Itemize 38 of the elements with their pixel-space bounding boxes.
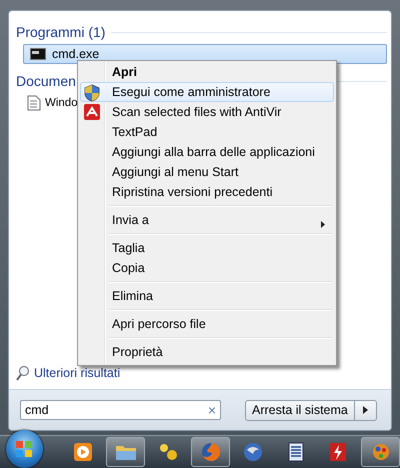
taskbar-button[interactable]	[106, 437, 145, 467]
menu-item[interactable]: Esegui come amministratore	[80, 82, 334, 102]
lightning-icon	[329, 442, 348, 462]
antivirus-icon	[84, 104, 100, 120]
group-heading: Documen	[16, 73, 76, 89]
menu-item[interactable]: TextPad	[80, 122, 334, 142]
group-heading: Programmi (1)	[16, 24, 106, 40]
menu-item[interactable]: Elimina	[80, 286, 334, 306]
menu-item[interactable]: Ripristina versioni precedenti	[80, 182, 334, 202]
document-icon	[27, 95, 41, 111]
palette-icon	[370, 442, 391, 462]
menu-item[interactable]: Scan selected files with AntiVir	[80, 102, 334, 122]
dots-icon	[158, 442, 178, 462]
menu-item[interactable]: Apri	[80, 62, 334, 82]
menu-item[interactable]: Aggiungi alla barra delle applicazioni	[80, 142, 334, 162]
more-results-link[interactable]: Ulteriori risultati	[34, 366, 120, 380]
globe-icon	[200, 442, 221, 462]
four-squares-icon	[15, 440, 34, 458]
caret-icon	[362, 406, 368, 414]
search-field[interactable]: cmd ×	[20, 400, 221, 420]
folder-icon	[114, 443, 137, 461]
search-icon	[16, 365, 30, 381]
menu-item[interactable]: Proprietà	[80, 342, 334, 362]
menu-item[interactable]: Taglia	[80, 238, 334, 258]
notepad-icon	[286, 442, 305, 462]
globe-icon	[243, 442, 264, 462]
menu-item[interactable]: Invia a	[80, 210, 334, 230]
shutdown-options-button[interactable]	[354, 400, 377, 420]
menu-item[interactable]: Aggiungi al menu Start	[80, 162, 334, 182]
clear-button[interactable]: ×	[208, 403, 216, 417]
play-icon	[73, 442, 94, 462]
start-button[interactable]	[6, 430, 42, 468]
shutdown-button[interactable]: Arresta il sistema	[245, 400, 355, 420]
menu-item[interactable]: Copia	[80, 258, 334, 278]
menu-item[interactable]: Apri percorso file	[80, 314, 334, 334]
console-icon	[30, 48, 46, 60]
result-item[interactable]: Windo	[23, 93, 82, 113]
shield-icon	[84, 84, 100, 102]
